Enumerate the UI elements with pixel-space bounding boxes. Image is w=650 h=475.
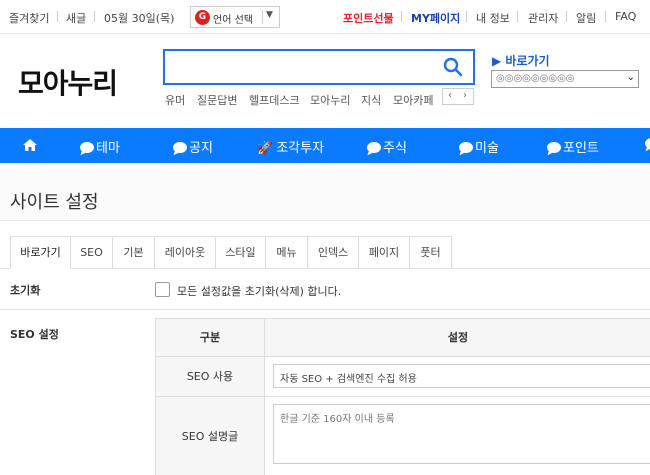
reset-label: 초기화 <box>10 284 41 297</box>
search-icon[interactable] <box>443 57 463 77</box>
divider <box>517 11 518 22</box>
speech-bubble-icon <box>80 142 94 153</box>
speech-bubble-icon <box>547 142 561 153</box>
divider <box>94 11 95 22</box>
nav-item-label: 포인트 <box>563 141 599 156</box>
divider <box>401 11 402 22</box>
nav-item-theme[interactable]: 테마 <box>80 137 120 156</box>
page-title: 사이트 설정 <box>10 192 99 213</box>
nav-item-fractional-investing[interactable]: 🚀 조각투자 <box>257 137 324 156</box>
tab-index[interactable]: 인덱스 <box>307 236 359 269</box>
tab-shortcuts[interactable]: 바로가기 <box>10 236 71 269</box>
table-row: 자동 SEO + 검색엔진 수집 허용 <box>265 357 650 397</box>
new-posts-link[interactable]: 새글 <box>66 10 86 26</box>
nav-item-more[interactable] <box>645 137 650 152</box>
quicklink-item[interactable]: 헬프데스크 <box>249 92 300 108</box>
quicklink-item[interactable]: 지식 <box>361 92 381 108</box>
tab-footer[interactable]: 풋터 <box>409 236 452 269</box>
table-header-setting: 설정 <box>265 319 650 357</box>
speech-bubble-icon <box>459 142 473 153</box>
nav-item-notice[interactable]: 공지 <box>173 137 213 156</box>
faq-link[interactable]: FAQ <box>615 10 636 23</box>
tab-layout[interactable]: 레이아웃 <box>154 236 216 269</box>
top-utility-bar: 즐겨찾기 새글 05월 30일(목) G 언어 선택 ▼ 포인트선물 MY페이지… <box>0 0 650 34</box>
nav-item-art[interactable]: 미술 <box>459 137 499 156</box>
seo-description-label: SEO 설명글 <box>156 397 265 475</box>
my-info-link[interactable]: 내 정보 <box>476 10 510 26</box>
chevron-down-icon: ⌄ <box>626 72 635 83</box>
seo-use-select[interactable]: 자동 SEO + 검색엔진 수집 허용 <box>273 364 650 388</box>
seo-settings-label: SEO 설정 <box>10 328 59 341</box>
points-gift-link[interactable]: 포인트선물 <box>343 10 394 26</box>
chevron-left-icon[interactable]: ‹ <box>448 90 452 101</box>
seo-settings-table: 구분 설정 SEO 사용 자동 SEO + 검색엔진 수집 허용 SEO 설명글 <box>155 318 650 475</box>
language-select-label: 언어 선택 <box>213 15 253 26</box>
goto-select[interactable]: ◎◎◎◎◎◎◎◎◎ ⌄ <box>491 70 639 88</box>
rocket-icon: 🚀 <box>257 141 274 156</box>
quicklink-item[interactable]: 유머 <box>165 92 185 108</box>
divider <box>466 11 467 22</box>
divider <box>566 11 567 22</box>
nav-item-points[interactable]: 포인트 <box>547 137 599 156</box>
search-input[interactable] <box>171 57 431 77</box>
language-select[interactable]: G 언어 선택 ▼ <box>190 6 280 28</box>
speech-bubble-icon <box>173 142 187 153</box>
table-row <box>265 397 650 475</box>
nav-item-label: 공지 <box>189 141 213 156</box>
chevron-right-icon[interactable]: › <box>463 90 467 101</box>
nav-item-stocks[interactable]: 주식 <box>367 137 407 156</box>
triangle-down-icon: ▼ <box>266 10 273 20</box>
bookmark-link[interactable]: 즐겨찾기 <box>9 10 49 26</box>
nav-item-label: 조각투자 <box>276 141 325 156</box>
quicklink-item[interactable]: 모아누리 <box>310 92 350 108</box>
tab-style[interactable]: 스타일 <box>215 236 266 269</box>
seo-use-label: SEO 사용 <box>156 357 265 397</box>
nav-item-label: 주식 <box>383 141 407 156</box>
date-text: 05월 30일(목) <box>104 12 175 25</box>
main-nav: 테마 공지 🚀 조각투자 주식 미술 포인트 <box>0 128 650 163</box>
site-logo[interactable]: 모아누리 <box>18 62 118 102</box>
reset-checkbox-label[interactable]: 모든 설정값을 초기화(삭제) 합니다. <box>177 283 341 299</box>
search-bar <box>163 49 475 85</box>
divider <box>262 10 263 24</box>
speech-bubble-icon <box>367 142 381 153</box>
goto-select-value: ◎◎◎◎◎◎◎◎◎ <box>496 73 575 84</box>
notifications-link[interactable]: 알림 <box>576 10 596 26</box>
google-translate-icon: G <box>195 10 210 25</box>
seo-description-textarea[interactable] <box>273 404 650 464</box>
quicklink-scroll: ‹ › <box>442 88 474 105</box>
divider <box>605 11 606 22</box>
speech-bubble-icon <box>645 138 650 149</box>
divider <box>57 11 58 22</box>
tab-seo[interactable]: SEO <box>70 236 113 269</box>
tab-basic[interactable]: 기본 <box>112 236 155 269</box>
quicklink-item[interactable]: 모아카페 <box>393 92 433 108</box>
nav-item-label: 테마 <box>96 141 120 156</box>
table-header-type: 구분 <box>156 319 265 357</box>
divider <box>0 309 650 310</box>
nav-item-label: 미술 <box>475 141 499 156</box>
quicklink-item[interactable]: 질문답변 <box>197 92 237 108</box>
home-icon[interactable] <box>22 138 38 152</box>
admin-link[interactable]: 관리자 <box>528 10 558 26</box>
reset-checkbox[interactable] <box>155 282 170 297</box>
tab-menu[interactable]: 메뉴 <box>265 236 308 269</box>
goto-label: ▶ 바로가기 <box>492 54 550 68</box>
my-page-link[interactable]: MY페이지 <box>411 10 460 26</box>
tab-page[interactable]: 페이지 <box>358 236 410 269</box>
